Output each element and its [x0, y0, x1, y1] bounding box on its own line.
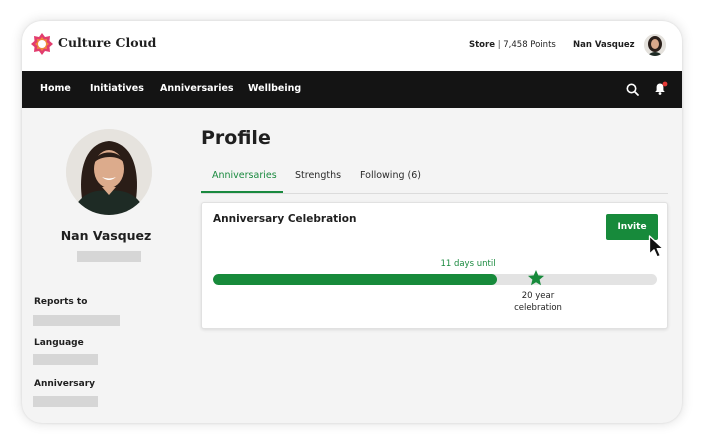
active-tab-indicator — [201, 191, 283, 193]
app-window: Culture Cloud Store | 7,458 Points Nan V… — [22, 21, 682, 423]
notification-dot — [662, 81, 668, 87]
nav-anniversaries[interactable]: Anniversaries — [160, 83, 234, 94]
user-portrait-small — [644, 34, 666, 56]
header-user-name[interactable]: Nan Vasquez — [573, 40, 635, 50]
mouse-cursor-icon — [648, 235, 664, 258]
milestone-line-1: 20 year — [521, 291, 555, 301]
points-balance: 7,458 Points — [503, 40, 556, 50]
store-points[interactable]: Store | 7,458 Points — [469, 40, 556, 50]
nav-wellbeing[interactable]: Wellbeing — [248, 83, 301, 94]
milestone-label: 20 year celebration — [498, 290, 578, 314]
anniversary-label: Anniversary — [34, 379, 96, 389]
nav-initiatives[interactable]: Initiatives — [90, 83, 144, 94]
reports-to-value-placeholder — [33, 315, 120, 326]
anniversary-progress-track — [213, 274, 657, 285]
milestone-line-2: celebration — [514, 303, 562, 313]
profile-name: Nan Vasquez — [60, 228, 152, 243]
store-separator: | — [497, 40, 501, 50]
search-icon[interactable] — [626, 83, 639, 96]
nav-home[interactable]: Home — [40, 83, 71, 94]
main-nav: Home Initiatives Anniversaries Wellbeing — [22, 71, 682, 108]
card-title: Anniversary Celebration — [213, 213, 357, 225]
user-portrait-large — [66, 129, 152, 215]
profile-avatar[interactable] — [66, 129, 152, 215]
brand-name[interactable]: Culture Cloud — [58, 35, 156, 50]
header-avatar[interactable] — [644, 34, 666, 56]
bell-icon[interactable] — [654, 81, 668, 96]
profile-tabs: Anniversaries Strengths Following (6) — [201, 162, 668, 194]
anniversary-value-placeholder — [33, 396, 98, 407]
anniversary-card: Anniversary Celebration Invite 11 days u… — [201, 202, 668, 329]
top-header: Culture Cloud Store | 7,458 Points Nan V… — [22, 21, 682, 71]
star-icon — [528, 270, 544, 286]
store-link[interactable]: Store — [469, 40, 495, 50]
reports-to-label: Reports to — [34, 297, 88, 307]
tab-anniversaries[interactable]: Anniversaries — [212, 170, 277, 181]
tab-following[interactable]: Following (6) — [360, 170, 421, 181]
language-value-placeholder — [33, 354, 98, 365]
language-label: Language — [34, 338, 84, 348]
tab-strengths[interactable]: Strengths — [295, 170, 341, 181]
page-title: Profile — [201, 127, 271, 149]
anniversary-progress-fill — [213, 274, 498, 285]
profile-subtitle-placeholder — [77, 251, 141, 262]
days-until-text: 11 days until — [440, 259, 496, 269]
culture-cloud-logo-icon[interactable] — [30, 32, 54, 56]
